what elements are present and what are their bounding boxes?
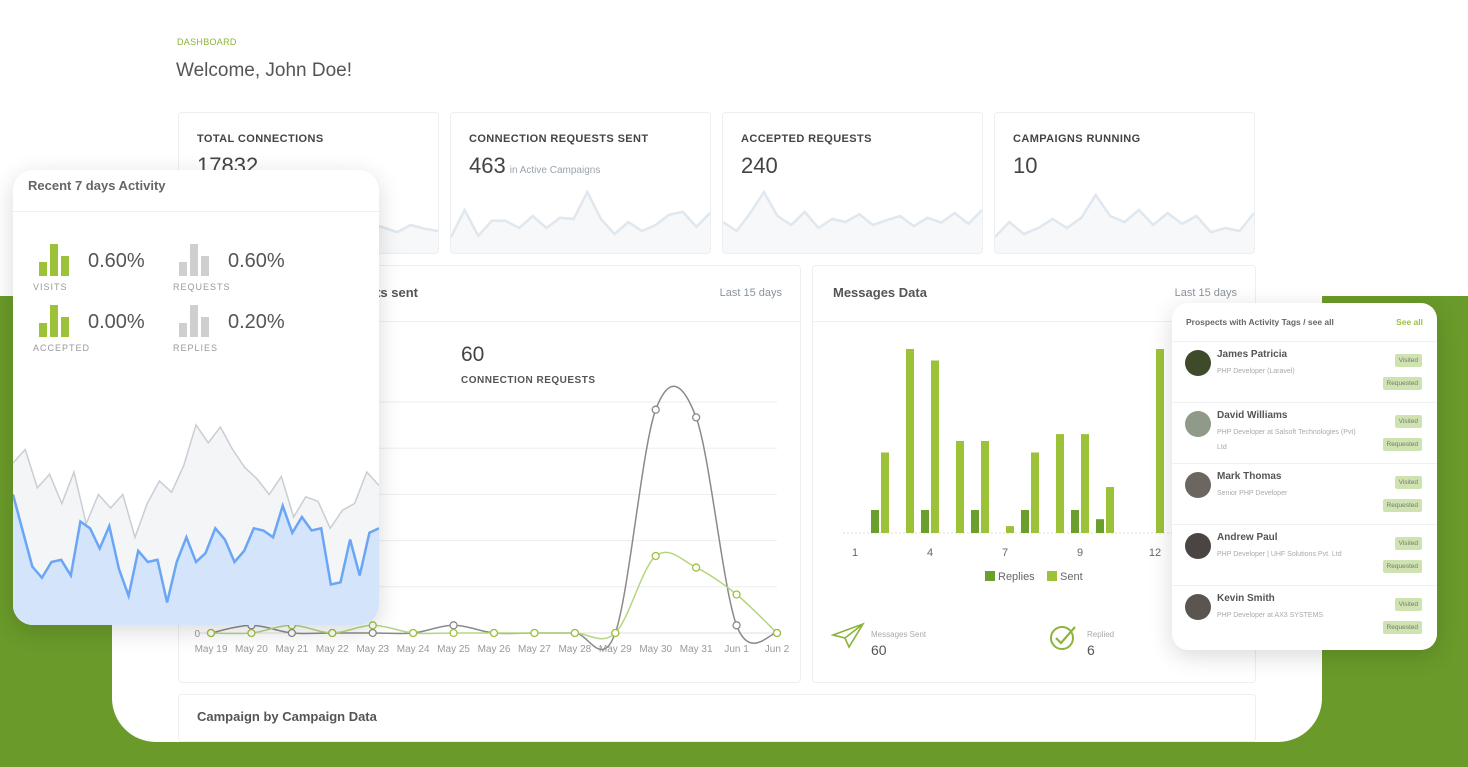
bar-chart-icon bbox=[39, 305, 69, 337]
x-tick-label: May 19 bbox=[195, 644, 228, 655]
tag-requested: Requested bbox=[1382, 438, 1422, 451]
bar-chart-icon bbox=[39, 244, 69, 276]
period-selector[interactable]: Last 15 days bbox=[1175, 287, 1237, 299]
replied-value: 6 bbox=[1087, 642, 1095, 658]
x-tick-label: May 23 bbox=[356, 644, 389, 655]
x-tick-label: May 20 bbox=[235, 644, 268, 655]
messages-sent-value: 60 bbox=[871, 642, 887, 658]
bar-chart-icon bbox=[179, 305, 209, 337]
data-point bbox=[368, 628, 377, 638]
card-title: Messages Data bbox=[833, 285, 927, 300]
card-title: Prospects with Activity Tags / see all bbox=[1186, 317, 1334, 327]
stat-label: REQUESTS bbox=[173, 282, 231, 292]
tag-visited: Visited bbox=[1394, 354, 1422, 367]
tag-visited: Visited bbox=[1394, 598, 1422, 611]
prospect-name[interactable]: James Patricia bbox=[1217, 349, 1287, 360]
x-tick-label: May 31 bbox=[680, 644, 713, 655]
avatar bbox=[1185, 472, 1211, 498]
data-point bbox=[328, 628, 337, 638]
bar-chart-icon bbox=[179, 244, 209, 276]
x-tick-label: May 22 bbox=[316, 644, 349, 655]
x-tick-label: May 24 bbox=[397, 644, 430, 655]
data-point bbox=[611, 628, 620, 638]
prospect-item[interactable]: Kevin Smith PHP Developer at AX3 SYSTEMS… bbox=[1172, 585, 1437, 646]
prospect-name[interactable]: Mark Thomas bbox=[1217, 471, 1281, 482]
prospect-description: PHP Developer | UHF Solutions Pvt. Ltd bbox=[1217, 551, 1342, 558]
activity-stat: 0.20% REPLIES bbox=[173, 301, 323, 361]
tag-visited: Visited bbox=[1394, 476, 1422, 489]
data-point bbox=[772, 628, 782, 638]
prospect-item[interactable]: David Williams PHP Developer at Salsoft … bbox=[1172, 402, 1437, 463]
y-tick-label: 0 bbox=[194, 629, 200, 640]
replied-label: Replied bbox=[1087, 630, 1115, 639]
prospect-description: Senior PHP Developer bbox=[1217, 490, 1288, 497]
see-all-link[interactable]: See all bbox=[1396, 317, 1423, 327]
x-tick-label: May 30 bbox=[639, 644, 672, 655]
stat-value: 0.00% bbox=[88, 311, 145, 333]
activity-stat: 0.60% REQUESTS bbox=[173, 240, 323, 300]
avatar bbox=[1185, 350, 1211, 376]
data-point bbox=[449, 628, 458, 638]
x-tick-label: May 28 bbox=[558, 644, 591, 655]
prospect-description: PHP Developer at AX3 SYSTEMS bbox=[1217, 612, 1324, 619]
recent-activity-card: Recent 7 days Activity 0.60% VISITS 0.60… bbox=[13, 170, 379, 625]
avatar bbox=[1185, 594, 1211, 620]
data-point bbox=[651, 551, 660, 561]
prospect-name[interactable]: David Williams bbox=[1217, 410, 1288, 421]
data-point bbox=[530, 628, 539, 638]
x-tick-label: Jun 2 bbox=[765, 644, 790, 655]
tag-requested: Requested bbox=[1382, 621, 1422, 634]
stat-label: VISITS bbox=[33, 282, 68, 292]
card-title: Recent 7 days Activity bbox=[28, 178, 166, 193]
data-point bbox=[449, 621, 458, 630]
prospect-item[interactable]: Mark Thomas Senior PHP Developer Visited… bbox=[1172, 463, 1437, 524]
stat-value: 0.20% bbox=[228, 311, 285, 333]
data-point bbox=[691, 563, 701, 572]
data-point bbox=[247, 628, 256, 638]
tag-visited: Visited bbox=[1394, 537, 1422, 550]
prospect-item[interactable]: Andrew Paul PHP Developer | UHF Solution… bbox=[1172, 524, 1437, 585]
data-point bbox=[206, 628, 216, 638]
tag-requested: Requested bbox=[1382, 499, 1422, 512]
prospect-name[interactable]: Andrew Paul bbox=[1217, 532, 1278, 543]
x-tick-label: Jun 1 bbox=[724, 644, 749, 655]
tag-requested: Requested bbox=[1382, 560, 1422, 573]
data-point bbox=[651, 405, 660, 414]
stat-value: 0.60% bbox=[88, 250, 145, 272]
messages-sent-label: Messages Sent bbox=[871, 630, 927, 639]
x-tick-label: May 21 bbox=[275, 644, 308, 655]
x-tick-label: May 27 bbox=[518, 644, 551, 655]
data-point bbox=[408, 628, 418, 638]
prospects-card: Prospects with Activity Tags / see all S… bbox=[1172, 303, 1437, 650]
paper-plane-icon bbox=[831, 622, 865, 649]
data-point bbox=[691, 413, 701, 422]
data-point bbox=[732, 590, 741, 599]
avatar bbox=[1185, 411, 1211, 437]
prospect-name[interactable]: Kevin Smith bbox=[1217, 593, 1275, 604]
avatar bbox=[1185, 533, 1211, 559]
card-title: Campaign by Campaign Data bbox=[197, 709, 377, 724]
activity-stat: 0.60% VISITS bbox=[33, 240, 183, 300]
activity-stat: 0.00% ACCEPTED bbox=[33, 301, 183, 361]
check-circle-icon bbox=[1050, 626, 1076, 650]
tag-requested: Requested bbox=[1382, 377, 1422, 390]
tag-visited: Visited bbox=[1394, 415, 1422, 428]
x-tick-label: May 26 bbox=[478, 644, 511, 655]
data-point bbox=[287, 628, 297, 638]
stat-label: ACCEPTED bbox=[33, 343, 91, 353]
prospect-description: PHP Developer at Salsoft Technologies (P… bbox=[1217, 429, 1356, 451]
stat-label: REPLIES bbox=[173, 343, 219, 353]
data-point bbox=[732, 621, 741, 630]
prospect-item[interactable]: James Patricia PHP Developer (Laravel) V… bbox=[1172, 341, 1437, 402]
stat-value: 0.60% bbox=[228, 250, 285, 272]
activity-area-chart bbox=[13, 423, 379, 625]
campaign-card: Campaign by Campaign Data bbox=[178, 694, 1256, 742]
data-point bbox=[489, 628, 499, 638]
x-tick-label: May 25 bbox=[437, 644, 470, 655]
prospect-description: PHP Developer (Laravel) bbox=[1217, 368, 1295, 375]
data-point bbox=[570, 628, 580, 638]
